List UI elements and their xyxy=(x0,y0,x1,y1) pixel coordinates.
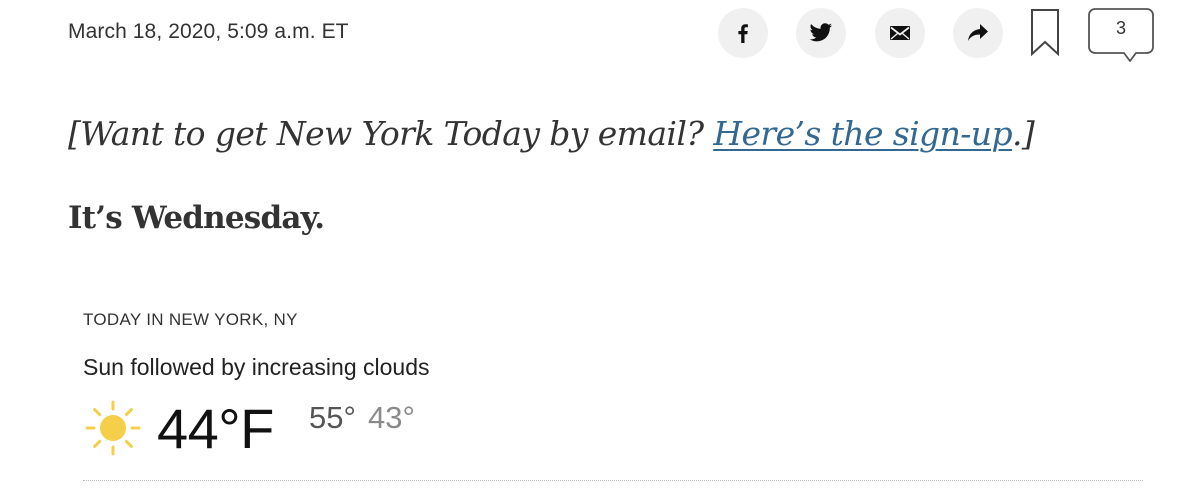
facebook-icon xyxy=(738,24,748,43)
high-temperature: 55° xyxy=(309,400,356,435)
share-arrow-icon xyxy=(968,24,988,41)
low-temperature: 43° xyxy=(368,400,415,435)
twitter-icon xyxy=(809,23,832,42)
dateline: March 18, 2020, 5:09 a.m. ET xyxy=(68,20,349,43)
more-share-button[interactable] xyxy=(953,8,1003,58)
current-temperature: 44°F xyxy=(157,397,274,460)
email-share-button[interactable] xyxy=(875,8,925,58)
twitter-share-button[interactable] xyxy=(796,8,846,58)
signup-link[interactable]: Here’s the sign-up xyxy=(713,114,1012,153)
weather-divider xyxy=(83,480,1143,481)
signup-suffix: .] xyxy=(1011,114,1035,153)
save-bookmark-button[interactable] xyxy=(1030,8,1060,58)
weather-temperatures: 44°F 55° 43° xyxy=(83,394,583,464)
weather-widget: TODAY IN NEW YORK, NY Sun followed by in… xyxy=(83,310,1143,481)
weather-location: TODAY IN NEW YORK, NY xyxy=(83,310,298,329)
day-heading: It’s Wednesday. xyxy=(68,200,325,236)
signup-prefix: [Want to get New York Today by email? xyxy=(68,114,714,153)
weather-summary: Sun followed by increasing clouds xyxy=(83,354,430,380)
bookmark-icon xyxy=(1031,9,1059,57)
comment-count: 3 xyxy=(1115,18,1126,38)
facebook-share-button[interactable] xyxy=(718,8,768,58)
comments-button[interactable]: 3 xyxy=(1088,8,1154,62)
newsletter-signup-prompt: [Want to get New York Today by email? He… xyxy=(68,114,1035,153)
email-icon xyxy=(890,26,910,40)
sun-icon xyxy=(85,400,141,456)
